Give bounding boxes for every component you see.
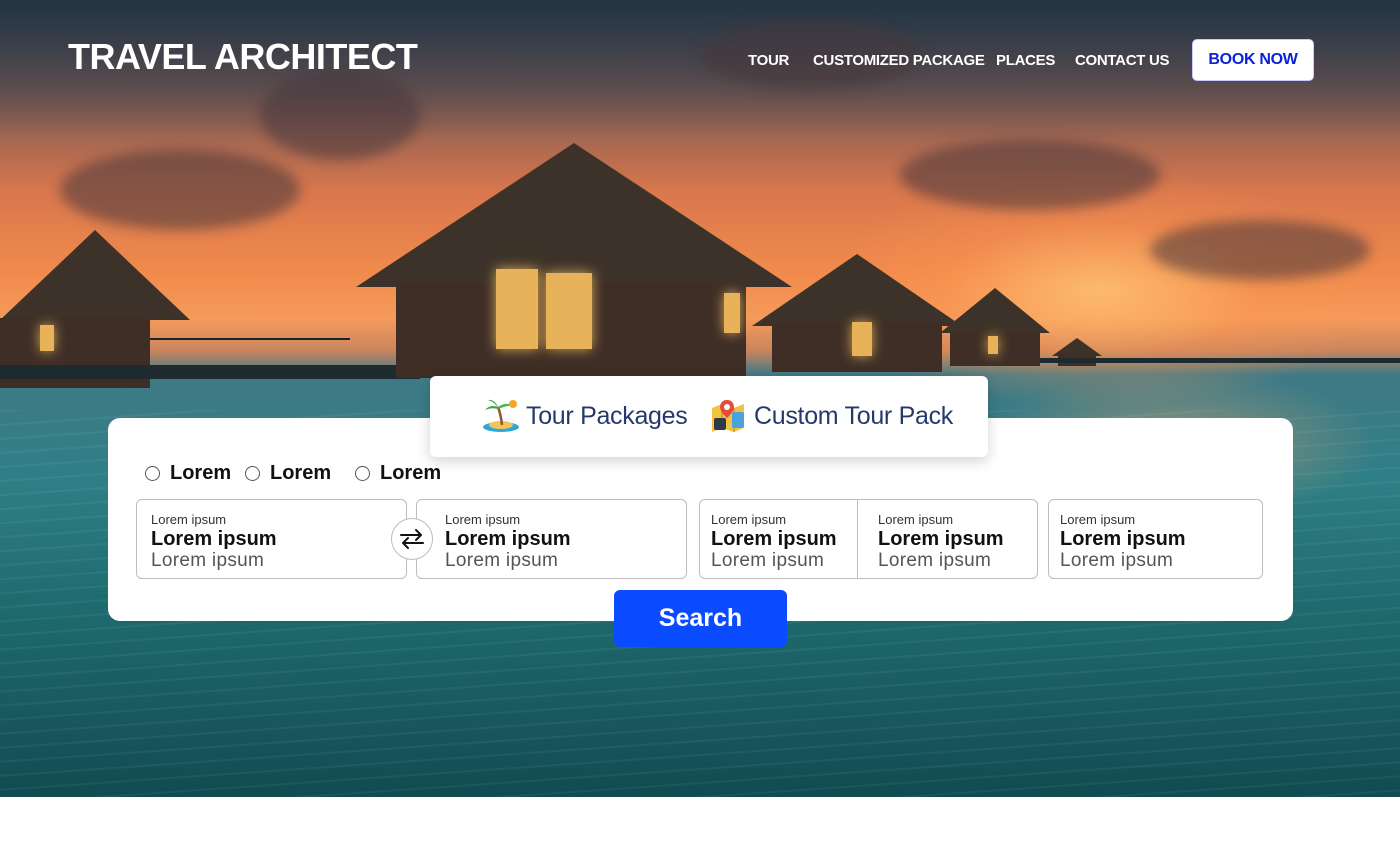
travellers-field[interactable]: Lorem ipsum Lorem ipsum Lorem ipsum [1048,499,1263,579]
field-subtext: Lorem ipsum [151,550,265,571]
from-field[interactable]: Lorem ipsum Lorem ipsum Lorem ipsum [136,499,407,579]
hut-right-2 [940,288,1050,368]
date-range-field[interactable]: Lorem ipsum Lorem ipsum Lorem ipsum Lore… [699,499,1038,579]
field-value: Lorem ipsum [151,528,277,550]
field-subtext: Lorem ipsum [878,550,992,571]
radio-circle[interactable] [245,466,260,481]
field-subtext: Lorem ipsum [445,550,559,571]
site-logo[interactable]: TRAVEL ARCHITECT [68,36,418,78]
radio-circle[interactable] [145,466,160,481]
field-subtext: Lorem ipsum [1060,550,1174,571]
radio-circle[interactable] [355,466,370,481]
field-caption: Lorem ipsum [445,512,521,527]
tab-label: Custom Tour Pack [754,401,953,430]
hut-main [356,143,792,383]
nav-contact-us[interactable]: CONTACT US [1075,52,1170,69]
field-value: Lorem ipsum [445,528,571,550]
nav-customized-package[interactable]: CUSTOMIZED PACKAGE [813,52,985,69]
search-button[interactable]: Search [614,590,787,647]
field-value: Lorem ipsum [1060,528,1186,550]
field-caption: Lorem ipsum [151,512,227,527]
map-pin-icon [710,398,748,434]
cloud [900,140,1160,210]
swap-button[interactable] [391,518,433,560]
field-subtext: Lorem ipsum [711,550,825,571]
palm-island-icon [482,398,520,434]
package-tabs: Tour Packages Custom Tour Pack [430,376,988,457]
pier-rail [150,338,350,340]
tab-label: Tour Packages [526,401,688,430]
radio-option-3[interactable]: Lorem [355,462,441,485]
radio-option-1[interactable]: Lorem [145,462,231,485]
radio-label: Lorem [380,462,442,484]
radio-option-2[interactable]: Lorem [245,462,331,485]
field-divider [857,500,858,578]
field-caption: Lorem ipsum [878,512,954,527]
radio-label: Lorem [170,462,232,484]
swap-arrows-icon [400,529,424,549]
hut-right-1 [752,254,962,374]
radio-label: Lorem [270,462,332,484]
nav-places[interactable]: PLACES [996,52,1055,69]
book-now-button[interactable]: BOOK NOW [1192,39,1314,81]
field-caption: Lorem ipsum [1060,512,1136,527]
hut-far [1052,338,1102,368]
cloud [60,150,300,230]
field-caption: Lorem ipsum [711,512,787,527]
field-value: Lorem ipsum [711,528,837,550]
nav-tour[interactable]: TOUR [748,52,789,69]
field-value: Lorem ipsum [878,528,1004,550]
tab-tour-packages[interactable]: Tour Packages [482,398,688,434]
to-field[interactable]: Lorem ipsum Lorem ipsum Lorem ipsum [416,499,687,579]
cloud [1150,220,1370,280]
tab-custom-tour-pack[interactable]: Custom Tour Pack [710,398,953,434]
pier [1040,358,1400,363]
